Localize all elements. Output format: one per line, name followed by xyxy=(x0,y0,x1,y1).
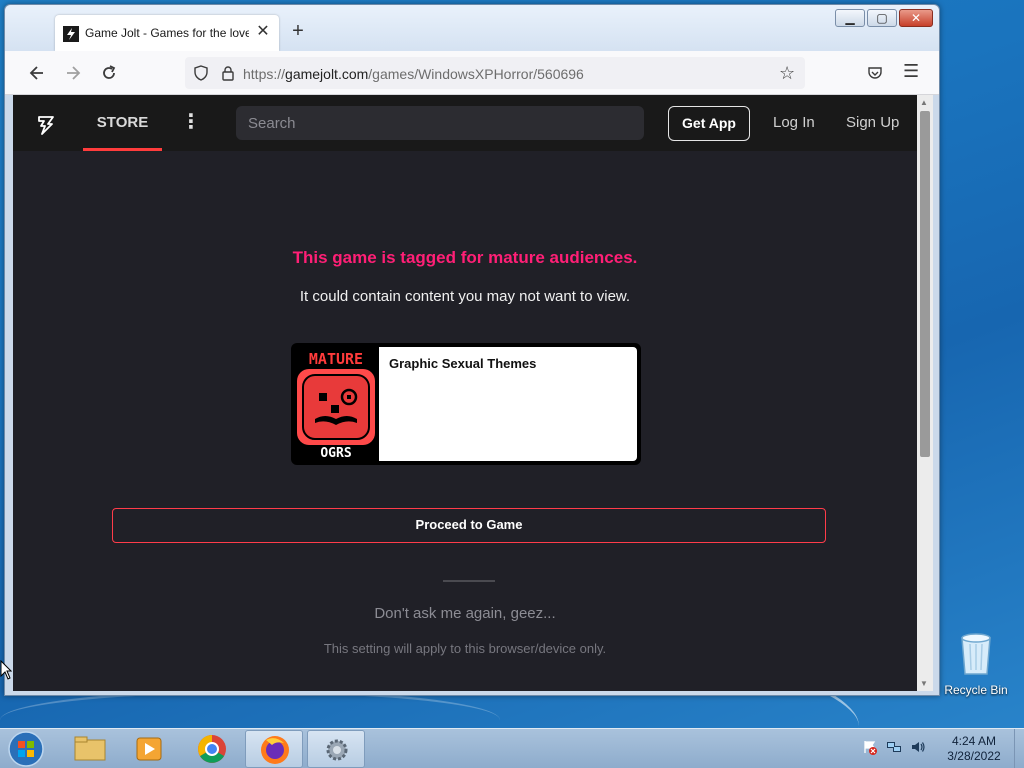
close-icon: ✕ xyxy=(910,11,922,25)
url-path: /games/WindowsXPHorror/560696 xyxy=(368,66,584,82)
start-button[interactable] xyxy=(6,730,46,768)
browser-toolbar: https://gamejolt.com/games/WindowsXPHorr… xyxy=(5,51,939,95)
gear-icon xyxy=(326,739,348,761)
maximize-icon: ▢ xyxy=(876,11,888,25)
system-clock[interactable]: 4:24 AM 3/28/2022 xyxy=(934,734,1014,764)
ogrs-mature-rating-icon: MATURE OGRS xyxy=(295,347,377,461)
scroll-up-icon[interactable]: ▲ xyxy=(920,98,928,107)
minimize-button[interactable]: ▁ xyxy=(835,9,865,27)
store-active-underline xyxy=(83,148,162,151)
browser-tab[interactable]: Game Jolt - Games for the love of it ✕ xyxy=(55,15,279,51)
show-desktop-button[interactable] xyxy=(1014,729,1024,768)
new-tab-button[interactable]: + xyxy=(287,21,309,43)
back-icon[interactable] xyxy=(27,63,47,83)
mouse-cursor-icon xyxy=(0,659,13,680)
recycle-bin-desktop-item[interactable]: Recycle Bin xyxy=(944,630,1008,700)
gamejolt-favicon-icon xyxy=(63,26,79,42)
store-tab[interactable]: STORE xyxy=(83,95,162,151)
page-scrollbar[interactable]: ▲ ▼ xyxy=(917,95,933,691)
system-tray xyxy=(862,739,926,755)
taskbar-chrome[interactable] xyxy=(183,730,241,768)
taskbar-explorer[interactable] xyxy=(60,730,118,768)
folder-icon xyxy=(74,736,106,761)
minimize-icon: ▁ xyxy=(845,11,855,25)
clock-date: 3/28/2022 xyxy=(947,749,1001,763)
rating-bottom-text: OGRS xyxy=(320,446,351,461)
content-rating-card: MATURE OGRS Graphic Sexual Themes xyxy=(291,343,641,465)
tab-title: Game Jolt - Games for the love of it xyxy=(85,26,249,40)
firefox-icon xyxy=(261,736,289,764)
clock-time: 4:24 AM xyxy=(951,734,997,748)
gamejolt-navbar: STORE ⋮ Get App Log In Sign Up xyxy=(13,95,917,151)
url-text[interactable]: https://gamejolt.com/games/WindowsXPHorr… xyxy=(243,66,584,82)
recycle-bin-icon xyxy=(958,630,994,676)
rating-description-panel: Graphic Sexual Themes xyxy=(379,347,637,461)
rating-description: Graphic Sexual Themes xyxy=(389,356,537,371)
action-center-flag-icon[interactable] xyxy=(862,739,878,755)
reload-icon[interactable] xyxy=(99,63,119,83)
lock-icon[interactable] xyxy=(221,65,235,81)
search-input[interactable] xyxy=(236,106,644,140)
close-window-button[interactable]: ✕ xyxy=(899,9,933,27)
page-viewport: STORE ⋮ Get App Log In Sign Up This game… xyxy=(13,95,933,691)
mature-warning-title: This game is tagged for mature audiences… xyxy=(292,248,638,267)
media-player-icon xyxy=(136,737,162,761)
divider xyxy=(443,580,495,582)
maximize-button[interactable]: ▢ xyxy=(867,9,897,27)
more-options-icon[interactable]: ⋮ xyxy=(181,111,201,133)
proceed-to-game-button[interactable]: Proceed to Game xyxy=(112,508,826,543)
setting-note: This setting will apply to this browser/… xyxy=(323,641,607,656)
browser-titlebar: Game Jolt - Games for the love of it ✕ +… xyxy=(5,5,939,51)
browser-window: Game Jolt - Games for the love of it ✕ +… xyxy=(4,4,940,696)
address-bar[interactable]: https://gamejolt.com/games/WindowsXPHorr… xyxy=(185,57,805,89)
window-controls: ▁ ▢ ✕ xyxy=(835,9,933,29)
forward-icon[interactable] xyxy=(63,63,83,83)
url-prefix: https:// xyxy=(243,66,286,82)
network-icon[interactable] xyxy=(886,739,902,755)
mature-warning-subtitle: It could contain content you may not wan… xyxy=(299,288,631,305)
recycle-bin-label: Recycle Bin xyxy=(944,683,1008,697)
taskbar-firefox[interactable] xyxy=(245,730,303,768)
volume-icon[interactable] xyxy=(910,739,926,755)
dont-ask-again-link[interactable]: Don't ask me again, geez... xyxy=(13,605,917,622)
star-icon[interactable]: ☆ xyxy=(779,63,795,83)
gamejolt-logo-icon[interactable] xyxy=(35,113,59,137)
login-link[interactable]: Log In xyxy=(773,114,815,131)
taskbar: 4:24 AM 3/28/2022 xyxy=(0,728,1024,768)
menu-icon[interactable]: ☰ xyxy=(903,61,919,81)
scroll-thumb[interactable] xyxy=(920,111,930,457)
tab-close-icon[interactable]: ✕ xyxy=(253,22,273,42)
shield-icon[interactable] xyxy=(193,65,209,81)
chrome-icon xyxy=(198,735,226,763)
get-app-button[interactable]: Get App xyxy=(668,106,750,141)
rating-top-text: MATURE xyxy=(309,350,363,368)
taskbar-settings[interactable] xyxy=(307,730,365,768)
url-domain: gamejolt.com xyxy=(285,66,369,82)
pocket-icon[interactable] xyxy=(867,65,883,81)
signup-link[interactable]: Sign Up xyxy=(846,114,899,131)
store-label: STORE xyxy=(96,114,149,131)
taskbar-media-player[interactable] xyxy=(120,730,178,768)
scroll-down-icon[interactable]: ▼ xyxy=(920,679,928,688)
